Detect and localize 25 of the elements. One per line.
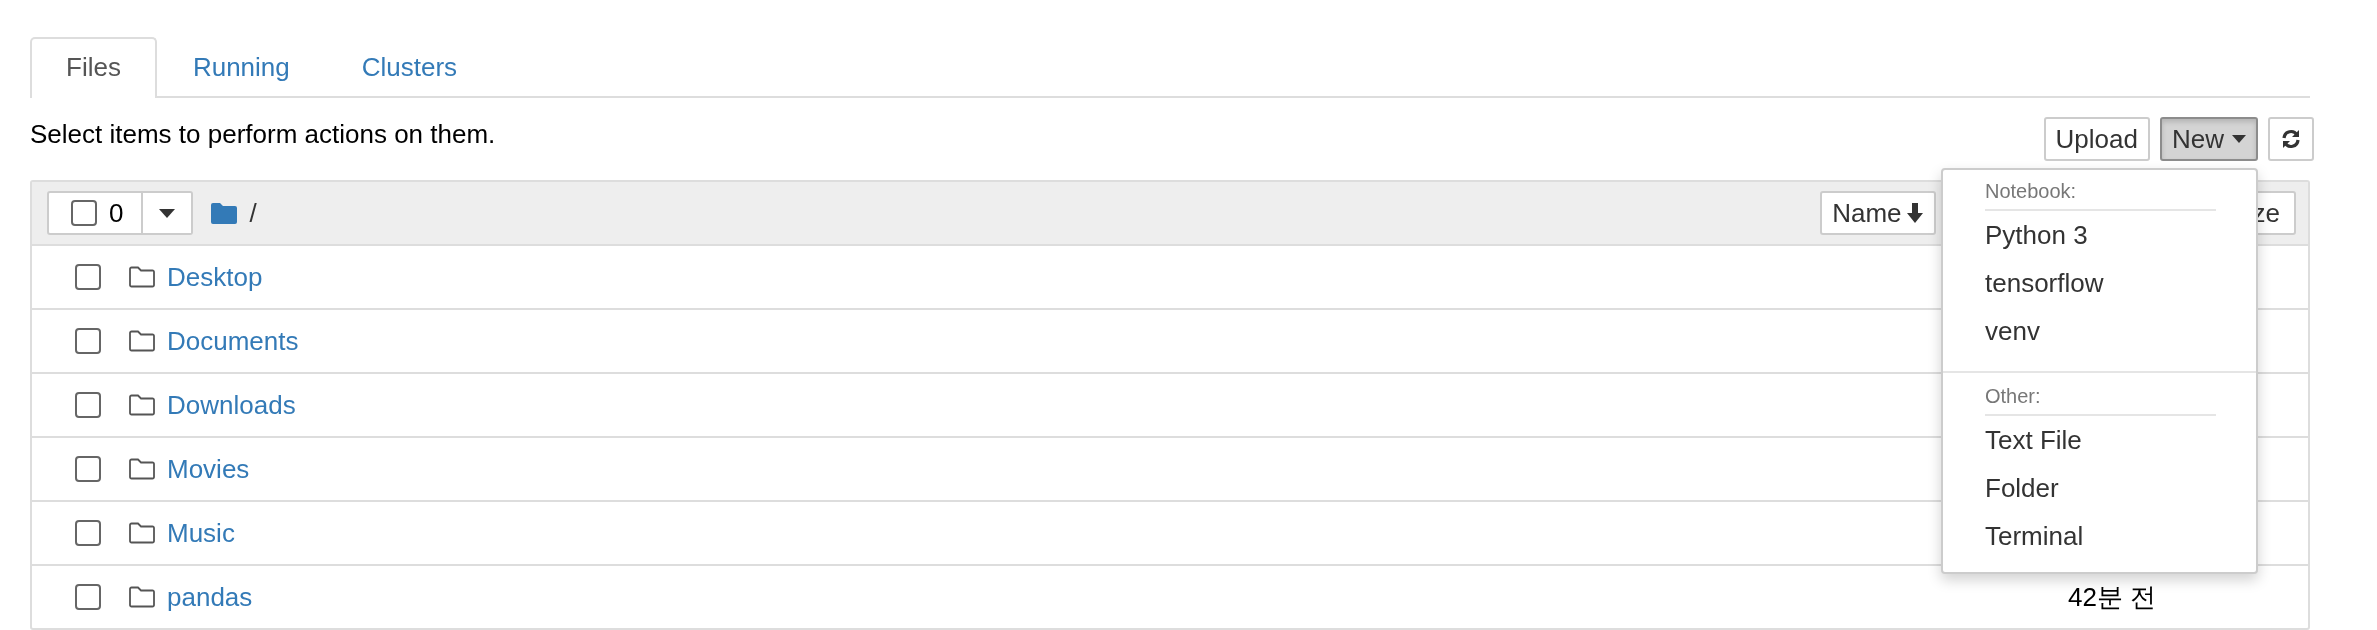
modified-time: 42분 전	[2068, 580, 2158, 614]
tab[interactable]: Clusters	[325, 37, 494, 98]
menu-item[interactable]: venv	[1943, 307, 2256, 355]
folder-link[interactable]: pandas	[167, 581, 253, 613]
upload-button[interactable]: Upload	[2043, 117, 2150, 161]
folder-link[interactable]: Documents	[167, 325, 299, 357]
new-button[interactable]: New	[2160, 117, 2258, 161]
folder-link[interactable]: Desktop	[167, 261, 263, 293]
menu-section-header: Other:	[1985, 383, 2216, 416]
menu-item[interactable]: Terminal	[1943, 512, 2256, 560]
tab[interactable]: Running	[156, 37, 326, 98]
instruction-text: Select items to perform actions on them.	[30, 118, 496, 150]
sort-button[interactable]: Name	[1820, 191, 1936, 235]
menu-item[interactable]: Folder	[1943, 464, 2256, 512]
folder-link[interactable]: Downloads	[167, 389, 296, 421]
folder-link[interactable]: Music	[167, 517, 235, 549]
menu-section-header: Notebook:	[1985, 178, 2216, 211]
menu-item[interactable]: Text File	[1943, 416, 2256, 464]
tab[interactable]: Files	[30, 37, 157, 98]
select-all-button[interactable]: 0	[47, 191, 144, 235]
menu-item[interactable]: tensorflow	[1943, 259, 2256, 307]
folder-link[interactable]: Movies	[167, 453, 250, 485]
selection-count: 0	[109, 197, 124, 229]
menu-item[interactable]: Python 3	[1943, 211, 2256, 259]
path-link[interactable]: /	[249, 197, 257, 229]
